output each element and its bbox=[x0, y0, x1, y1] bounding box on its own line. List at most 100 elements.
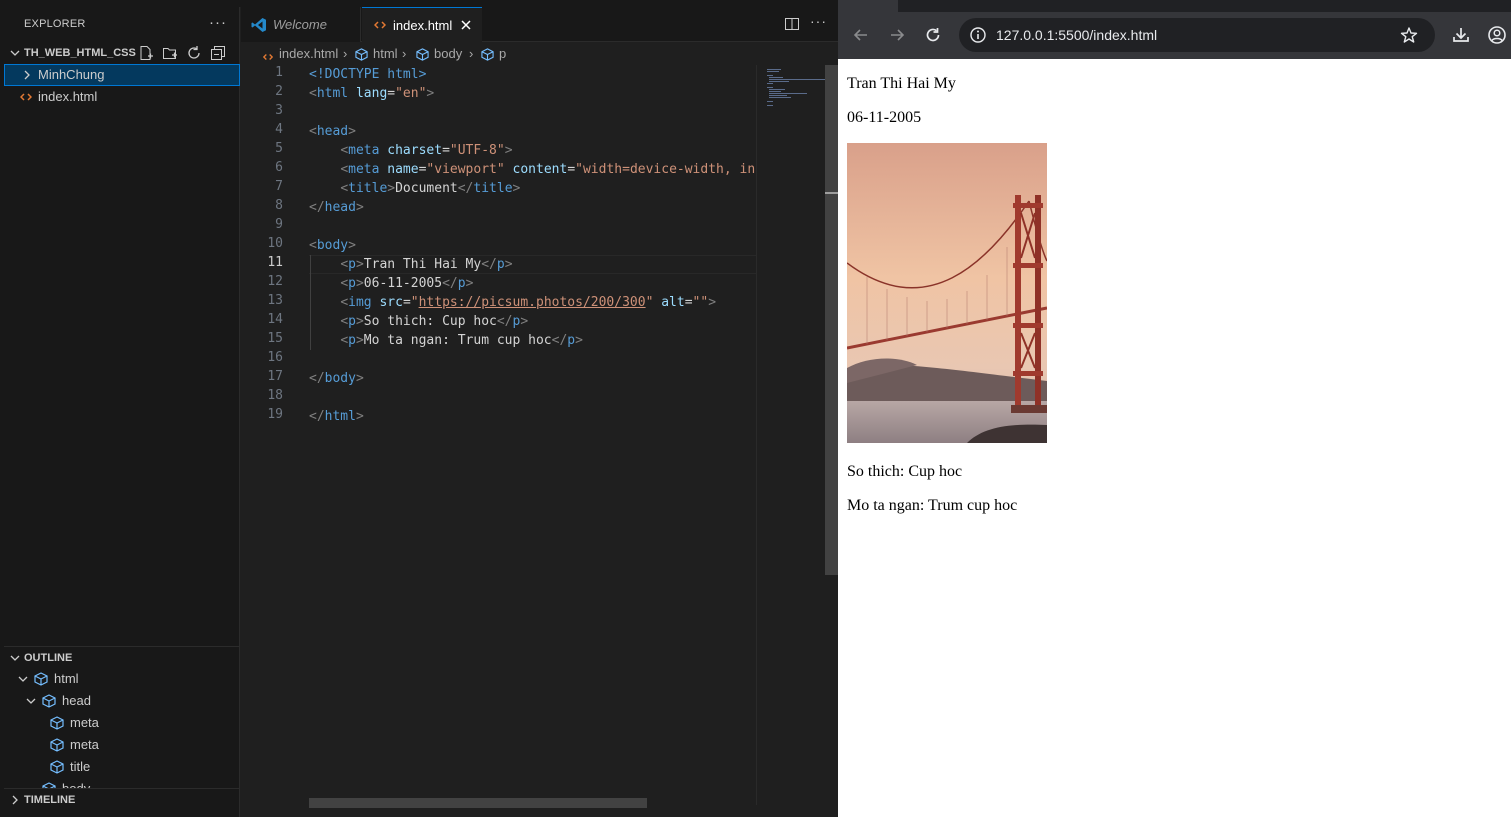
minimap-line bbox=[767, 71, 779, 72]
outline-item-label: html bbox=[54, 671, 79, 686]
more-actions-icon[interactable]: ··· bbox=[810, 13, 827, 29]
outline-item-label: title bbox=[70, 759, 91, 774]
minimap[interactable] bbox=[756, 65, 826, 805]
page-hobby-paragraph: So thich: Cup hoc bbox=[847, 463, 963, 480]
outline-item-meta[interactable]: meta bbox=[4, 734, 240, 756]
breadcrumb-item[interactable]: index.html bbox=[279, 46, 338, 61]
text-token: 06-11-2005 bbox=[363, 276, 443, 291]
attr-token: name bbox=[387, 162, 419, 177]
browser-tab[interactable] bbox=[838, 0, 898, 12]
attr-token: content bbox=[512, 162, 568, 177]
outline-item-title[interactable]: title bbox=[4, 756, 240, 778]
chevron-down-icon bbox=[18, 674, 28, 684]
site-info-icon[interactable] bbox=[969, 26, 987, 44]
code-line: <html lang="en"> bbox=[309, 86, 435, 101]
chevron-right-icon bbox=[10, 795, 20, 805]
symbol-field-icon bbox=[50, 738, 64, 752]
outline-item-label: meta bbox=[70, 715, 99, 730]
new-file-icon[interactable] bbox=[138, 45, 154, 61]
bookmark-star-icon[interactable] bbox=[1400, 26, 1418, 44]
line-number: 9 bbox=[275, 217, 283, 232]
download-icon[interactable] bbox=[1450, 24, 1472, 46]
chevron-down-icon bbox=[10, 653, 20, 663]
minimap-line bbox=[767, 75, 773, 76]
workspace-name: TH_WEB_HTML_CSS bbox=[24, 47, 136, 59]
editor-vertical-scrollbar[interactable] bbox=[825, 65, 838, 817]
string-token: "en" bbox=[395, 86, 427, 101]
tag-token: body bbox=[316, 238, 349, 253]
line-number: 7 bbox=[275, 179, 283, 194]
page-date-paragraph: 06-11-2005 bbox=[847, 109, 922, 126]
tab-welcome[interactable]: Welcome bbox=[241, 7, 361, 42]
breadcrumb: index.html › html › body › p bbox=[241, 43, 838, 65]
tag-token: meta bbox=[348, 143, 380, 158]
vscode-window: EXPLORER ··· TH_WEB_HTML_CSS MinhChung i… bbox=[0, 0, 838, 817]
line-number: 6 bbox=[275, 160, 283, 175]
code-line: <img src="https://picsum.photos/200/300"… bbox=[340, 295, 717, 310]
scrollbar-thumb[interactable] bbox=[825, 65, 838, 575]
refresh-icon[interactable] bbox=[186, 45, 202, 61]
code-line: <p>06-11-2005</p> bbox=[340, 276, 474, 291]
new-folder-icon[interactable] bbox=[162, 45, 178, 61]
outline-item-label: body bbox=[62, 781, 90, 788]
minimap-line bbox=[767, 105, 773, 106]
code-editor[interactable]: <!DOCTYPE html> <html lang="en"> <head> … bbox=[309, 65, 756, 805]
symbol-field-icon bbox=[50, 716, 64, 730]
outline-section-header[interactable]: OUTLINE bbox=[4, 647, 240, 669]
line-number: 15 bbox=[267, 331, 283, 346]
tree-item-index-html[interactable]: index.html bbox=[4, 86, 240, 108]
html-file-icon bbox=[373, 19, 387, 34]
chevron-right-icon: › bbox=[343, 46, 348, 61]
breadcrumb-item[interactable]: html bbox=[373, 46, 398, 61]
page-description-paragraph: Mo ta ngan: Trum cup hoc bbox=[847, 497, 1018, 514]
outline-title: OUTLINE bbox=[24, 652, 73, 664]
tag-token: meta bbox=[348, 162, 380, 177]
url-text[interactable]: 127.0.0.1:5500/index.html bbox=[996, 27, 1157, 43]
code-line: </head> bbox=[309, 200, 364, 215]
breadcrumb-item[interactable]: body bbox=[434, 46, 462, 61]
forward-arrow-icon[interactable] bbox=[886, 24, 908, 46]
golden-gate-photo bbox=[847, 143, 1047, 443]
tab-index-html[interactable]: index.html bbox=[362, 7, 482, 43]
text-token: So thich: Cup hoc bbox=[363, 314, 497, 329]
string-token: "" bbox=[692, 295, 709, 310]
split-editor-icon[interactable] bbox=[784, 16, 800, 35]
explorer-more-button[interactable]: ··· bbox=[209, 14, 227, 31]
browser-toolbar: 127.0.0.1:5500/index.html bbox=[838, 12, 1511, 59]
vscode-logo-icon bbox=[251, 17, 267, 36]
collapse-all-icon[interactable] bbox=[210, 45, 226, 61]
tree-item-label: MinhChung bbox=[38, 67, 105, 82]
close-icon[interactable] bbox=[460, 19, 472, 34]
line-number: 2 bbox=[275, 84, 283, 99]
tag-token: html bbox=[316, 86, 349, 101]
symbol-field-icon bbox=[481, 48, 494, 64]
outline-item-head[interactable]: head bbox=[4, 690, 240, 712]
chevron-down-icon bbox=[26, 696, 36, 706]
attr-token: alt bbox=[661, 295, 685, 310]
outline-item-body[interactable]: body bbox=[4, 778, 240, 788]
link-token[interactable]: https://picsum.photos/200/300 bbox=[419, 295, 646, 310]
breadcrumb-item[interactable]: p bbox=[499, 46, 506, 61]
timeline-section-header[interactable]: TIMELINE bbox=[4, 789, 240, 811]
code-line: <body> bbox=[309, 238, 356, 253]
doctype-token: <!DOCTYPE html> bbox=[309, 67, 427, 82]
line-number: 5 bbox=[275, 141, 283, 156]
editor-horizontal-scrollbar[interactable] bbox=[309, 798, 647, 808]
minimap-line bbox=[769, 77, 783, 78]
minimap-line bbox=[769, 97, 791, 98]
line-number: 14 bbox=[267, 312, 283, 327]
code-line: <meta charset="UTF-8"> bbox=[340, 143, 513, 158]
workspace-section-header[interactable]: TH_WEB_HTML_CSS bbox=[4, 42, 240, 64]
tree-item-minhchung-folder[interactable]: MinhChung bbox=[4, 64, 240, 86]
address-bar[interactable]: 127.0.0.1:5500/index.html bbox=[959, 18, 1435, 52]
string-token: "viewport" bbox=[426, 162, 505, 177]
profile-avatar-icon[interactable] bbox=[1486, 24, 1508, 46]
text-token: Tran Thi Hai My bbox=[363, 257, 482, 272]
reload-icon[interactable] bbox=[922, 24, 944, 46]
page-name-paragraph: Tran Thi Hai My bbox=[847, 75, 956, 92]
outline-item-meta[interactable]: meta bbox=[4, 712, 240, 734]
outline-item-html[interactable]: html bbox=[4, 668, 240, 690]
string-token: "UTF-8" bbox=[449, 143, 505, 158]
line-number: 19 bbox=[267, 407, 283, 422]
back-arrow-icon[interactable] bbox=[850, 24, 872, 46]
